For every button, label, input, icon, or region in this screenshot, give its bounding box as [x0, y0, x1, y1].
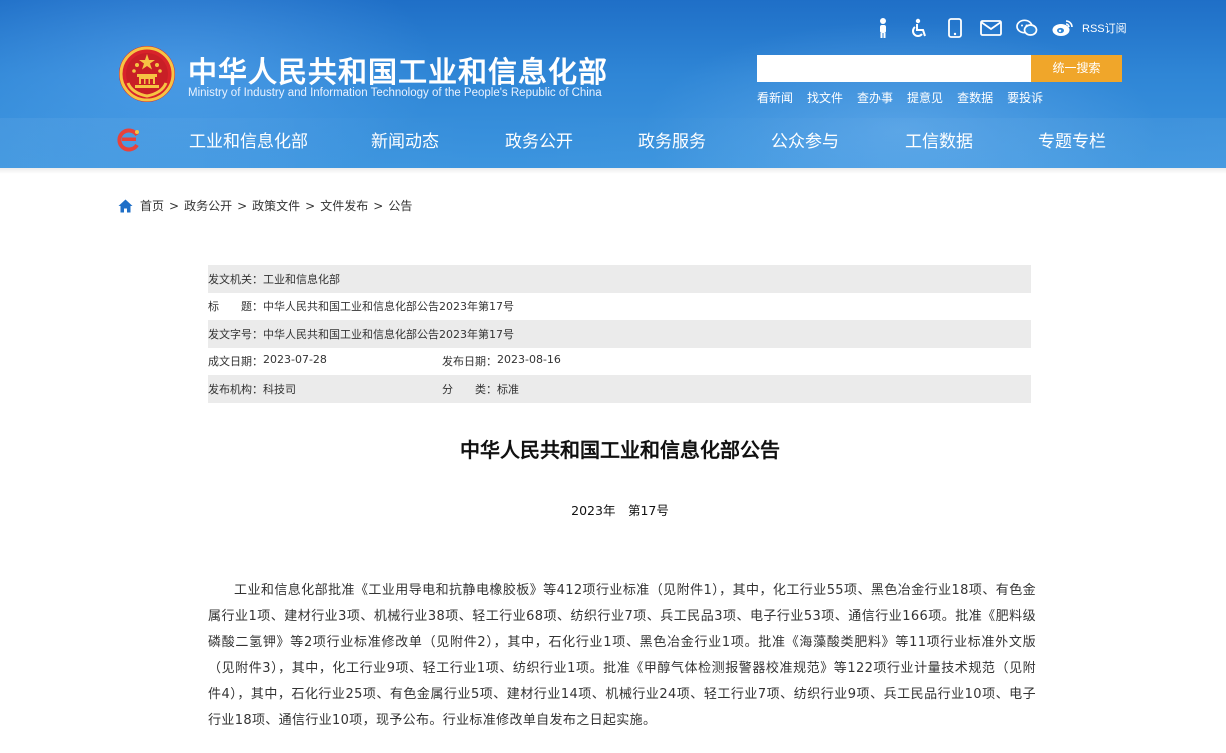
- meta-label: 标 题：: [208, 300, 263, 314]
- weibo-icon[interactable]: [1052, 17, 1074, 39]
- breadcrumb-home[interactable]: 首页: [140, 197, 164, 214]
- top-utility-bar: RSS订阅: [872, 16, 1127, 40]
- elderly-mode-icon[interactable]: [872, 17, 894, 39]
- nav-item-gov-services[interactable]: 政务服务: [638, 127, 706, 152]
- e-government-logo-icon[interactable]: [116, 126, 142, 152]
- meta-value: 2023-07-28: [263, 353, 327, 367]
- national-emblem-icon[interactable]: [118, 45, 176, 103]
- meta-row-dates: 成文日期： 2023-07-28 发布日期： 2023-08-16: [208, 348, 1031, 376]
- article-number: 2023年 第17号: [571, 503, 669, 518]
- meta-label: 成文日期：: [208, 355, 263, 369]
- meta-row-title: 标 题： 中华人民共和国工业和信息化部公告2023年第17号: [208, 293, 1031, 321]
- accessibility-icon[interactable]: [908, 17, 930, 39]
- breadcrumb-separator: >: [373, 198, 384, 213]
- nav-item-data[interactable]: 工信数据: [905, 127, 973, 152]
- meta-label: 发布机构：: [208, 382, 263, 396]
- site-header: 中华人民共和国工业和信息化部 Ministry of Industry and …: [0, 0, 1226, 168]
- breadcrumb-policy-files[interactable]: 政策文件: [252, 197, 300, 214]
- mobile-icon[interactable]: [944, 17, 966, 39]
- breadcrumb-file-release[interactable]: 文件发布: [320, 197, 368, 214]
- breadcrumb-notice[interactable]: 公告: [388, 197, 412, 214]
- meta-label: 发布日期：: [442, 355, 497, 369]
- nav-item-public-participation[interactable]: 公众参与: [771, 127, 839, 152]
- quick-link-news[interactable]: 看新闻: [757, 89, 793, 106]
- main-nav: 工业和信息化部 新闻动态 政务公开 政务服务 公众参与 工信数据 专题专栏: [0, 122, 1226, 158]
- document-meta-table: 发文机关： 工业和信息化部 标 题： 中华人民共和国工业和信息化部公告2023年…: [208, 265, 1031, 403]
- breadcrumb-separator: >: [305, 198, 316, 213]
- quick-link-files[interactable]: 找文件: [807, 89, 843, 106]
- mail-icon[interactable]: [980, 17, 1002, 39]
- meta-value: 2023-08-16: [497, 353, 561, 367]
- nav-item-news[interactable]: 新闻动态: [371, 127, 439, 152]
- breadcrumb-separator: >: [169, 198, 180, 213]
- meta-label: 分 类：: [442, 382, 497, 396]
- meta-value: 科技司: [263, 382, 296, 396]
- meta-org: 发布机构： 科技司: [208, 381, 442, 397]
- search-button[interactable]: 统一搜索: [1031, 55, 1122, 82]
- wechat-icon[interactable]: [1016, 17, 1038, 39]
- quick-link-data[interactable]: 查数据: [957, 89, 993, 106]
- meta-row-org: 发布机构： 科技司 分 类： 标准: [208, 375, 1031, 403]
- meta-issuer: 发文机关： 工业和信息化部: [208, 271, 340, 287]
- rss-link[interactable]: RSS订阅: [1082, 20, 1127, 36]
- meta-doc-no: 发文字号： 中华人民共和国工业和信息化部公告2023年第17号: [208, 326, 514, 342]
- article-title: 中华人民共和国工业和信息化部公告: [460, 438, 780, 462]
- article-body: 工业和信息化部批准《工业用导电和抗静电橡胶板》等412项行业标准（见附件1），其…: [208, 583, 1036, 728]
- breadcrumb: 首页 > 政务公开 > 政策文件 > 文件发布 > 公告: [118, 197, 412, 214]
- nav-item-special-topics[interactable]: 专题专栏: [1038, 127, 1106, 152]
- meta-written-date: 成文日期： 2023-07-28: [208, 353, 442, 369]
- nav-item-gov-affairs-open[interactable]: 政务公开: [505, 127, 573, 152]
- nav-item-ministry[interactable]: 工业和信息化部: [189, 127, 308, 152]
- meta-title: 标 题： 中华人民共和国工业和信息化部公告2023年第17号: [208, 298, 514, 314]
- meta-value: 中华人民共和国工业和信息化部公告2023年第17号: [263, 300, 514, 314]
- meta-row-doc-no: 发文字号： 中华人民共和国工业和信息化部公告2023年第17号: [208, 320, 1031, 348]
- header-shadow: [0, 168, 1226, 174]
- quick-link-services[interactable]: 查办事: [857, 89, 893, 106]
- quick-link-feedback[interactable]: 提意见: [907, 89, 943, 106]
- quick-link-complaint[interactable]: 要投诉: [1007, 89, 1043, 106]
- meta-value: 中华人民共和国工业和信息化部公告2023年第17号: [263, 327, 514, 341]
- meta-value: 工业和信息化部: [263, 272, 340, 286]
- meta-value: 标准: [497, 382, 519, 396]
- site-subtitle: Ministry of Industry and Information Tec…: [188, 87, 602, 99]
- meta-category: 分 类： 标准: [442, 381, 519, 397]
- breadcrumb-separator: >: [237, 198, 248, 213]
- meta-label: 发文字号：: [208, 327, 263, 341]
- home-icon[interactable]: [118, 199, 133, 213]
- quick-links: 看新闻 找文件 查办事 提意见 查数据 要投诉: [757, 89, 1057, 106]
- breadcrumb-gov-affairs-open[interactable]: 政务公开: [184, 197, 232, 214]
- meta-publish-date: 发布日期： 2023-08-16: [442, 353, 561, 369]
- meta-label: 发文机关：: [208, 272, 263, 286]
- meta-row-issuer: 发文机关： 工业和信息化部: [208, 265, 1031, 293]
- site-title[interactable]: 中华人民共和国工业和信息化部: [188, 49, 608, 91]
- search-input[interactable]: [757, 55, 1032, 82]
